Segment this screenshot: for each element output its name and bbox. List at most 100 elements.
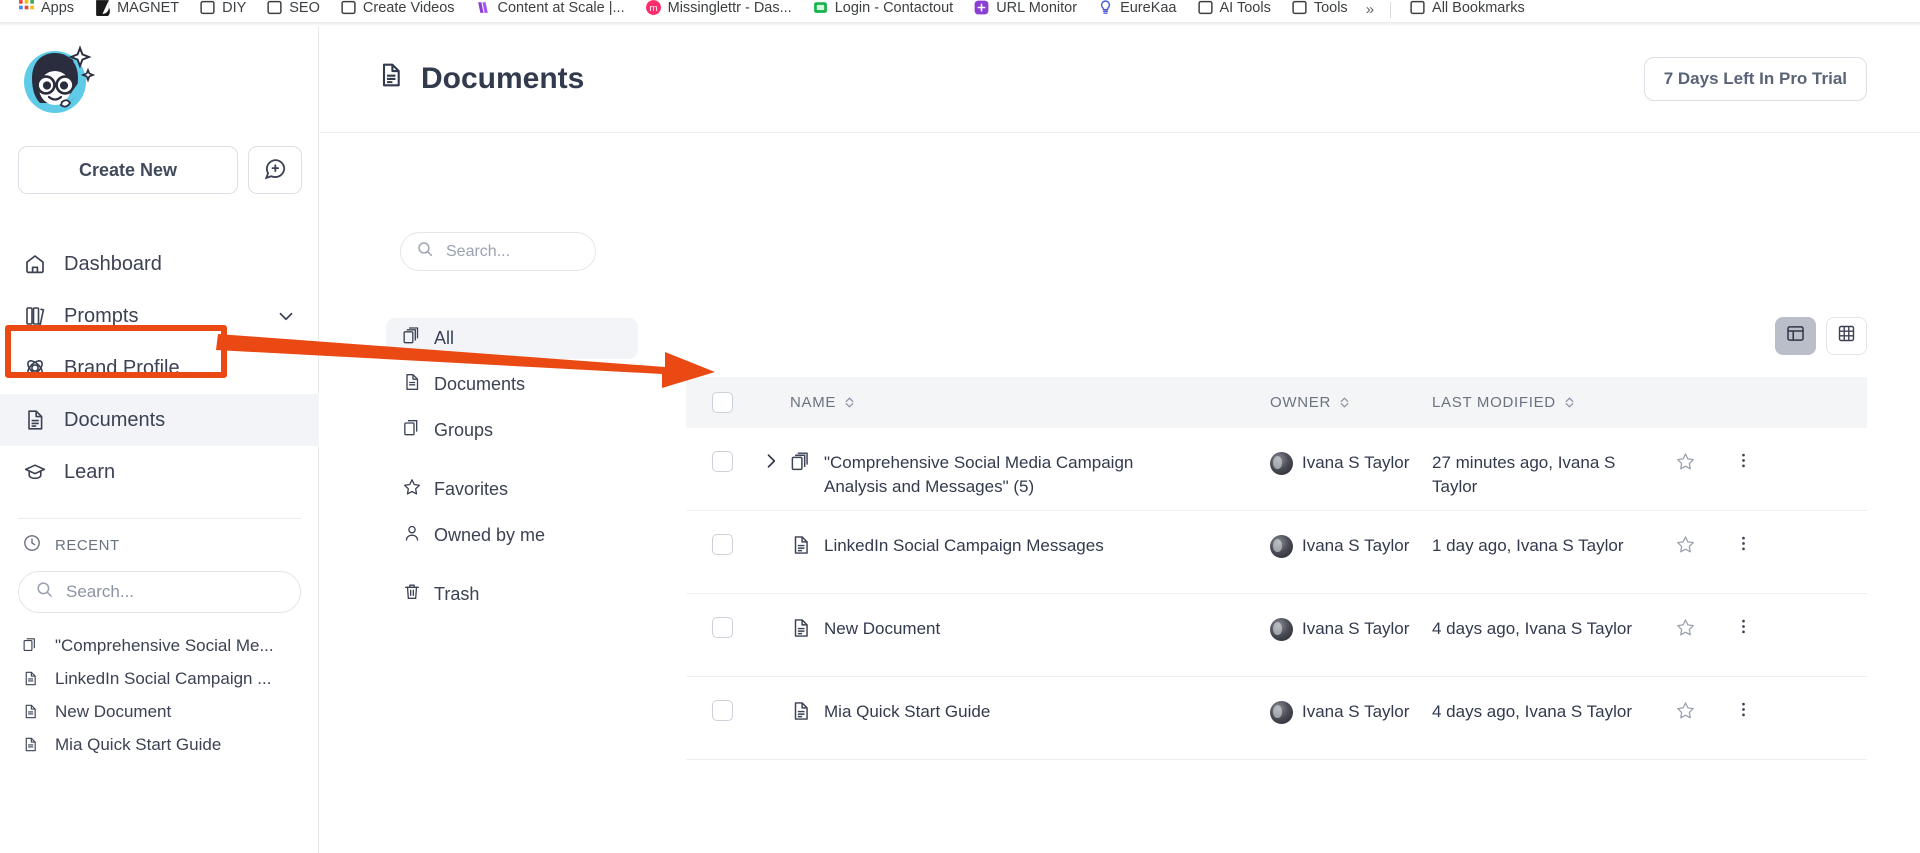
sort-icon[interactable] (843, 396, 856, 409)
star-icon[interactable] (1675, 451, 1696, 477)
column-header-owner[interactable]: OWNER (1270, 394, 1432, 411)
row-owner-cell: Ivana S Taylor (1270, 451, 1432, 475)
sidebar-item-label: Brand Profile (64, 356, 180, 379)
row-owner-label: Ivana S Taylor (1302, 702, 1410, 721)
filter-item-documents[interactable]: Documents (386, 364, 638, 405)
table-row[interactable]: LinkedIn Social Campaign Messages Ivana … (686, 511, 1867, 594)
row-owner-label: Ivana S Taylor (1302, 619, 1410, 638)
bookmark-tools[interactable]: Tools (1281, 0, 1358, 21)
recent-search-box[interactable] (18, 571, 301, 613)
filter-item-trash[interactable]: Trash (386, 574, 638, 615)
more-options-icon[interactable] (1734, 700, 1753, 724)
bookmark-folder-icon (1409, 0, 1426, 16)
bookmarks-overflow-chevron-icon[interactable]: » (1358, 1, 1382, 18)
bookmark-content-at-scale[interactable]: Content at Scale |... (465, 0, 635, 21)
chevron-down-icon[interactable] (275, 305, 297, 327)
document-icon (790, 534, 824, 556)
more-options-icon[interactable] (1734, 534, 1753, 558)
row-checkbox[interactable] (712, 700, 733, 721)
recent-list-item[interactable]: Mia Quick Start Guide (0, 728, 319, 761)
bookmark-label: EureKaa (1120, 0, 1177, 16)
row-favorite-cell (1654, 617, 1716, 643)
row-select-cell (686, 617, 790, 638)
pro-trial-badge[interactable]: 7 Days Left In Pro Trial (1643, 57, 1867, 101)
bookmark-missinglettr[interactable]: m Missinglettr - Das... (635, 0, 802, 21)
row-checkbox[interactable] (712, 617, 733, 638)
search-icon (35, 580, 54, 604)
all-bookmarks-button[interactable]: All Bookmarks (1399, 0, 1535, 21)
row-select-cell (686, 700, 790, 721)
row-checkbox[interactable] (712, 451, 733, 472)
star-icon[interactable] (1675, 700, 1696, 726)
documents-search-input[interactable] (444, 241, 580, 262)
list-view-button[interactable] (1775, 317, 1816, 355)
recent-heading-label: RECENT (55, 536, 120, 554)
grid-view-button[interactable] (1826, 317, 1867, 355)
bookmark-apps[interactable]: Apps (8, 0, 84, 21)
select-all-cell (686, 392, 790, 413)
document-icon (22, 736, 42, 753)
filter-item-groups[interactable]: Groups (386, 410, 638, 451)
recent-heading: RECENT (0, 519, 319, 563)
row-name-label: LinkedIn Social Campaign Messages (824, 536, 1104, 555)
filter-item-owned-by-me[interactable]: Owned by me (386, 515, 638, 556)
sidebar-item-learn[interactable]: Learn (0, 446, 319, 498)
recent-list-item[interactable]: LinkedIn Social Campaign ... (0, 662, 319, 695)
bookmark-url-monitor[interactable]: URL Monitor (963, 0, 1087, 21)
expand-row-chevron-right-icon[interactable] (758, 451, 784, 471)
more-options-icon[interactable] (1734, 617, 1753, 641)
filter-item-label: Groups (434, 420, 494, 440)
recent-list-item[interactable]: "Comprehensive Social Me... (0, 629, 319, 662)
table-row[interactable]: Mia Quick Start Guide Ivana S Taylor 4 d… (686, 677, 1867, 760)
column-header-last-modified[interactable]: LAST MODIFIED (1432, 394, 1654, 411)
bookmark-page-icon (340, 0, 357, 16)
bookmark-magnet[interactable]: MAGNET (84, 0, 189, 21)
sidebar-item-brand-profile[interactable]: Brand Profile (0, 342, 319, 394)
bookmark-create-videos[interactable]: Create Videos (330, 0, 465, 21)
bookmark-contactout[interactable]: Login - Contactout (802, 0, 964, 21)
person-icon (402, 523, 422, 548)
table-row[interactable]: New Document Ivana S Taylor 4 days ago, … (686, 594, 1867, 677)
sort-icon[interactable] (1563, 396, 1576, 409)
sidebar-item-documents[interactable]: Documents (0, 394, 319, 446)
row-actions-cell (1716, 534, 1770, 558)
sidebar-item-prompts[interactable]: Prompts (0, 290, 319, 342)
create-actions-row: Create New (18, 146, 302, 194)
bookmark-eurekaa[interactable]: EureKaa (1087, 0, 1186, 21)
row-favorite-cell (1654, 534, 1716, 560)
row-name-cell[interactable]: New Document (790, 617, 1270, 641)
column-header-name[interactable]: NAME (790, 394, 1270, 411)
recent-list-item[interactable]: New Document (0, 695, 319, 728)
row-name-cell[interactable]: LinkedIn Social Campaign Messages (790, 534, 1270, 558)
bookmark-seo[interactable]: SEO (256, 0, 330, 21)
chat-plus-icon (262, 156, 288, 185)
recent-search-input[interactable] (64, 581, 284, 603)
row-name-cell[interactable]: "Comprehensive Social Media Campaign Ana… (790, 451, 1270, 499)
row-name-cell[interactable]: Mia Quick Start Guide (790, 700, 1270, 724)
documents-search-box[interactable] (400, 232, 596, 271)
document-icon (22, 670, 42, 687)
new-chat-button[interactable] (248, 146, 302, 194)
filter-item-all[interactable]: All (386, 318, 638, 359)
row-checkbox[interactable] (712, 534, 733, 555)
create-new-button[interactable]: Create New (18, 146, 238, 194)
bookmark-diy[interactable]: DIY (189, 0, 256, 21)
browser-bookmarks-bar: Apps MAGNET DIY SEO Create Videos Conten… (0, 0, 1920, 22)
filter-item-label: Favorites (434, 479, 509, 499)
trash-icon (402, 582, 422, 607)
sidebar-item-dashboard[interactable]: Dashboard (0, 238, 319, 290)
table-row[interactable]: "Comprehensive Social Media Campaign Ana… (686, 428, 1867, 511)
star-icon[interactable] (1675, 617, 1696, 643)
books-icon (22, 303, 48, 329)
filter-item-favorites[interactable]: Favorites (386, 469, 638, 510)
row-name-label: Mia Quick Start Guide (824, 702, 991, 721)
svg-text:m: m (649, 3, 657, 14)
row-name-label: "Comprehensive Social Media Campaign Ana… (824, 453, 1134, 497)
mia-mascot-logo[interactable] (18, 40, 100, 122)
more-options-icon[interactable] (1734, 451, 1753, 475)
sort-icon[interactable] (1338, 396, 1351, 409)
bookmark-ai-tools[interactable]: AI Tools (1187, 0, 1281, 21)
star-icon[interactable] (1675, 534, 1696, 560)
select-all-checkbox[interactable] (712, 392, 733, 413)
list-view-icon (1785, 323, 1806, 349)
